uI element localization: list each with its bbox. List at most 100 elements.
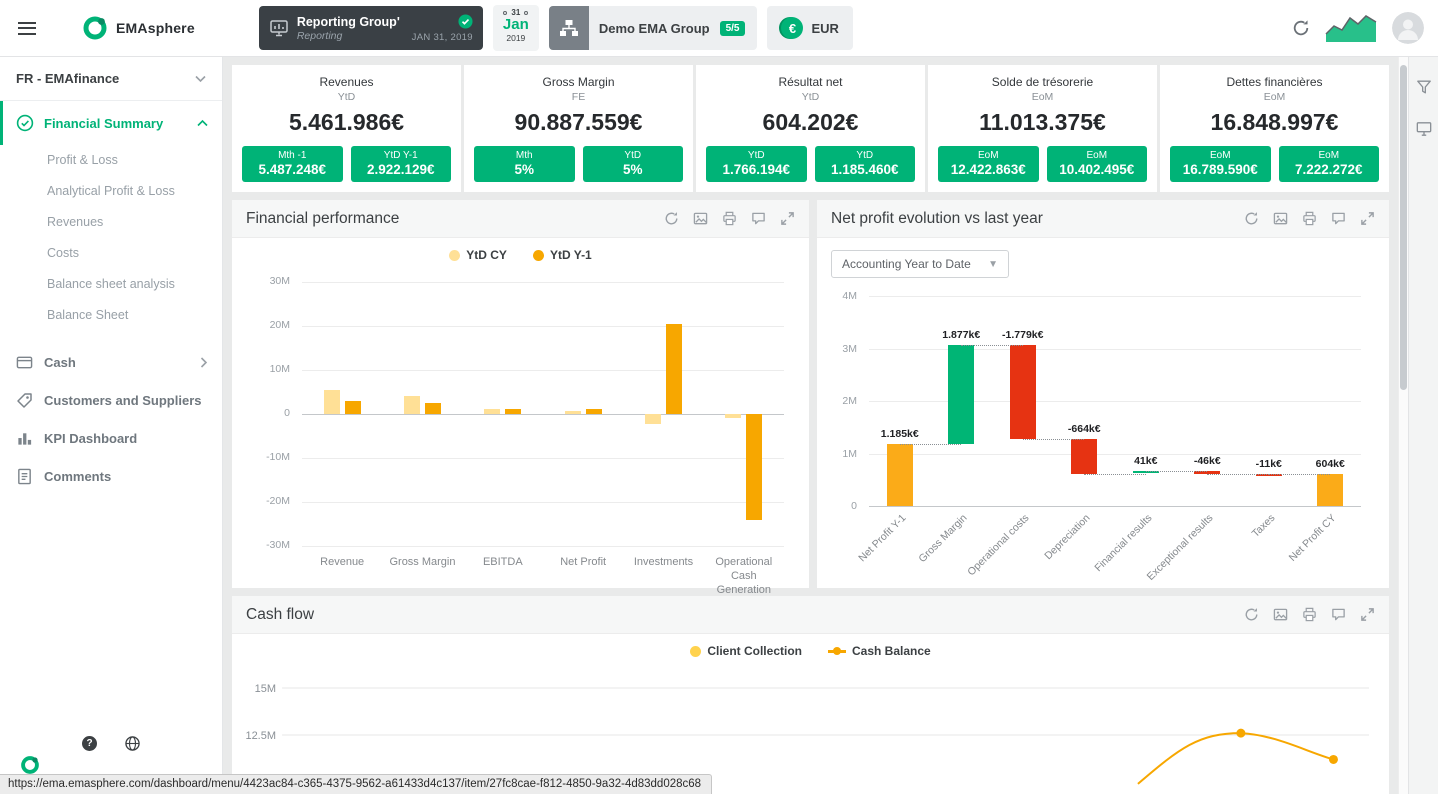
kpi-badge-value: 2.922.129€	[366, 162, 435, 177]
kpi-badge: YtD 5%	[582, 146, 683, 182]
net-profit-panel: Net profit evolution vs last year Accoun…	[817, 200, 1389, 588]
bar-value-label: 1.185k€	[878, 427, 921, 440]
sidebar-item-label: Financial Summary	[44, 115, 164, 131]
refresh-icon[interactable]	[1244, 607, 1259, 622]
kpi-badge: EoM 12.422.863€	[938, 146, 1039, 182]
menu-icon[interactable]	[18, 18, 36, 38]
sidebar-items: Cash Customers and Suppliers KPI Dashboard…	[0, 343, 222, 495]
kpi-value: 11.013.375€	[979, 109, 1106, 135]
kpi-card: Solde de trésorerie EoM 11.013.375€ EoM 12.4…	[928, 65, 1157, 192]
refresh-icon[interactable]	[664, 211, 679, 226]
kpi-value: 604.202€	[762, 109, 859, 135]
bar-value-label: -1.779k€	[1000, 329, 1046, 342]
calendar-ring-icon	[524, 10, 529, 15]
sparkline-thumbnail[interactable]	[1324, 7, 1378, 50]
currency-selector[interactable]: € EUR	[767, 6, 853, 50]
language-globe-icon[interactable]	[125, 736, 140, 756]
workspace-selector[interactable]: FR - EMAfinance	[0, 57, 222, 101]
kpi-badge-value: 7.222.272€	[1294, 162, 1363, 177]
comment-icon[interactable]	[751, 211, 766, 226]
comment-icon[interactable]	[1331, 607, 1346, 622]
print-icon[interactable]	[1302, 607, 1317, 622]
financial-summary-subitems: Profit & Loss Analytical Profit & Loss Rev…	[0, 145, 222, 331]
group-selector[interactable]: Demo EMA Group 5/5	[548, 6, 758, 50]
sidebar-subitem[interactable]: Costs	[0, 238, 222, 269]
vertical-scrollbar[interactable]	[1398, 57, 1408, 794]
legend-item[interactable]: YtD Y-1	[532, 248, 592, 262]
sidebar: FR - EMAfinance Financial Summary Profit…	[0, 57, 223, 794]
sidebar-item-label: Cash	[44, 354, 76, 370]
kpi-title: Solde de trésorerie	[991, 75, 1094, 89]
workspace-name: FR - EMAfinance	[16, 71, 120, 86]
y-axis-label: 0	[851, 500, 857, 512]
euro-coin-icon: €	[781, 17, 804, 39]
export-image-icon[interactable]	[1273, 211, 1288, 226]
kpi-badge: YtD Y-1 2.922.129€	[350, 146, 451, 182]
kpi-badge-value: 1.185.460€	[830, 162, 899, 177]
export-image-icon[interactable]	[1273, 607, 1288, 622]
period-dropdown-value: Accounting Year to Date	[842, 257, 971, 271]
kpi-badge: EoM 7.222.272€	[1278, 146, 1379, 182]
sidebar-item-customers-and-suppliers[interactable]: Customers and Suppliers	[0, 381, 222, 419]
help-icon[interactable]: ?	[82, 736, 97, 751]
legend-item[interactable]: Client Collection	[690, 644, 802, 658]
panel-toolbar	[1244, 211, 1375, 226]
report-board-icon	[270, 20, 288, 37]
scrollbar-thumb[interactable]	[1400, 65, 1407, 390]
y-axis-label: 2M	[842, 395, 857, 407]
y-axis-label: -10M	[266, 451, 290, 463]
refresh-icon[interactable]	[1244, 211, 1259, 226]
sidebar-item-comments[interactable]: Comments	[0, 457, 222, 495]
filter-icon[interactable]	[1416, 79, 1432, 95]
refresh-icon[interactable]	[1292, 19, 1310, 37]
kpi-badge-label: EoM	[1318, 150, 1340, 161]
y-axis-label: -30M	[266, 539, 290, 551]
reporting-group-selector[interactable]: Reporting Group' Reporting JAN 31, 2019	[258, 6, 483, 50]
comment-icon[interactable]	[1331, 211, 1346, 226]
bar-value-label: -11k€	[1253, 457, 1284, 470]
y-axis-label: 0	[284, 407, 290, 419]
panel-title: Net profit evolution vs last year	[831, 209, 1043, 227]
sidebar-subitem[interactable]: Balance sheet analysis	[0, 269, 222, 300]
sidebar-item-cash[interactable]: Cash	[0, 343, 222, 381]
topbar: EMAsphere Reporting Group' Reporting JAN…	[0, 0, 1438, 57]
bar-value-label: -46k€	[1191, 455, 1223, 468]
sidebar-item-financial-summary[interactable]: Financial Summary	[0, 101, 222, 145]
brand-logo[interactable]: EMAsphere	[82, 15, 195, 41]
sidebar-subitem[interactable]: Analytical Profit & Loss	[0, 176, 222, 207]
chevron-down-icon: ▼	[988, 258, 998, 270]
period-dropdown[interactable]: Accounting Year to Date ▼	[831, 250, 1009, 278]
display-icon[interactable]	[1416, 121, 1432, 137]
sidebar-item-kpi-dashboard[interactable]: KPI Dashboard	[0, 419, 222, 457]
print-icon[interactable]	[722, 211, 737, 226]
sidebar-item-label: Customers and Suppliers	[44, 392, 202, 408]
bar-value-label: 41k€	[1132, 455, 1160, 468]
kpi-badge: YtD 1.766.194€	[706, 146, 807, 182]
kpi-title: Résultat net	[778, 75, 843, 89]
kpi-value: 90.887.559€	[514, 109, 643, 135]
kpi-badge: Mth -1 5.487.248€	[242, 146, 343, 182]
export-image-icon[interactable]	[693, 211, 708, 226]
panel-title: Cash flow	[246, 605, 315, 623]
avatar[interactable]	[1392, 12, 1424, 44]
sidebar-subitem[interactable]: Profit & Loss	[0, 145, 222, 176]
reporting-group-date: JAN 31, 2019	[411, 31, 473, 43]
waterfall-bar	[1071, 438, 1098, 474]
reporting-group-title: Reporting Group'	[296, 14, 400, 29]
expand-icon[interactable]	[1360, 211, 1375, 226]
kpi-badge-value: 16.789.590€	[1182, 162, 1258, 177]
legend-item[interactable]: Cash Balance	[827, 644, 931, 658]
y-axis-label: 3M	[842, 342, 857, 355]
sidebar-subitem[interactable]: Balance Sheet	[0, 300, 222, 331]
currency-code: EUR	[811, 20, 839, 36]
legend-item[interactable]: YtD CY	[449, 248, 507, 262]
kpi-title: Revenues	[319, 75, 374, 89]
sidebar-subitem[interactable]: Revenues	[0, 207, 222, 238]
bar	[585, 408, 602, 414]
expand-icon[interactable]	[1360, 607, 1375, 622]
reporting-group-subtitle: Reporting	[296, 29, 343, 42]
kpi-badge-value: 5%	[622, 162, 643, 177]
print-icon[interactable]	[1302, 211, 1317, 226]
expand-icon[interactable]	[780, 211, 795, 226]
date-picker[interactable]: 31 Jan 2019	[492, 5, 539, 51]
